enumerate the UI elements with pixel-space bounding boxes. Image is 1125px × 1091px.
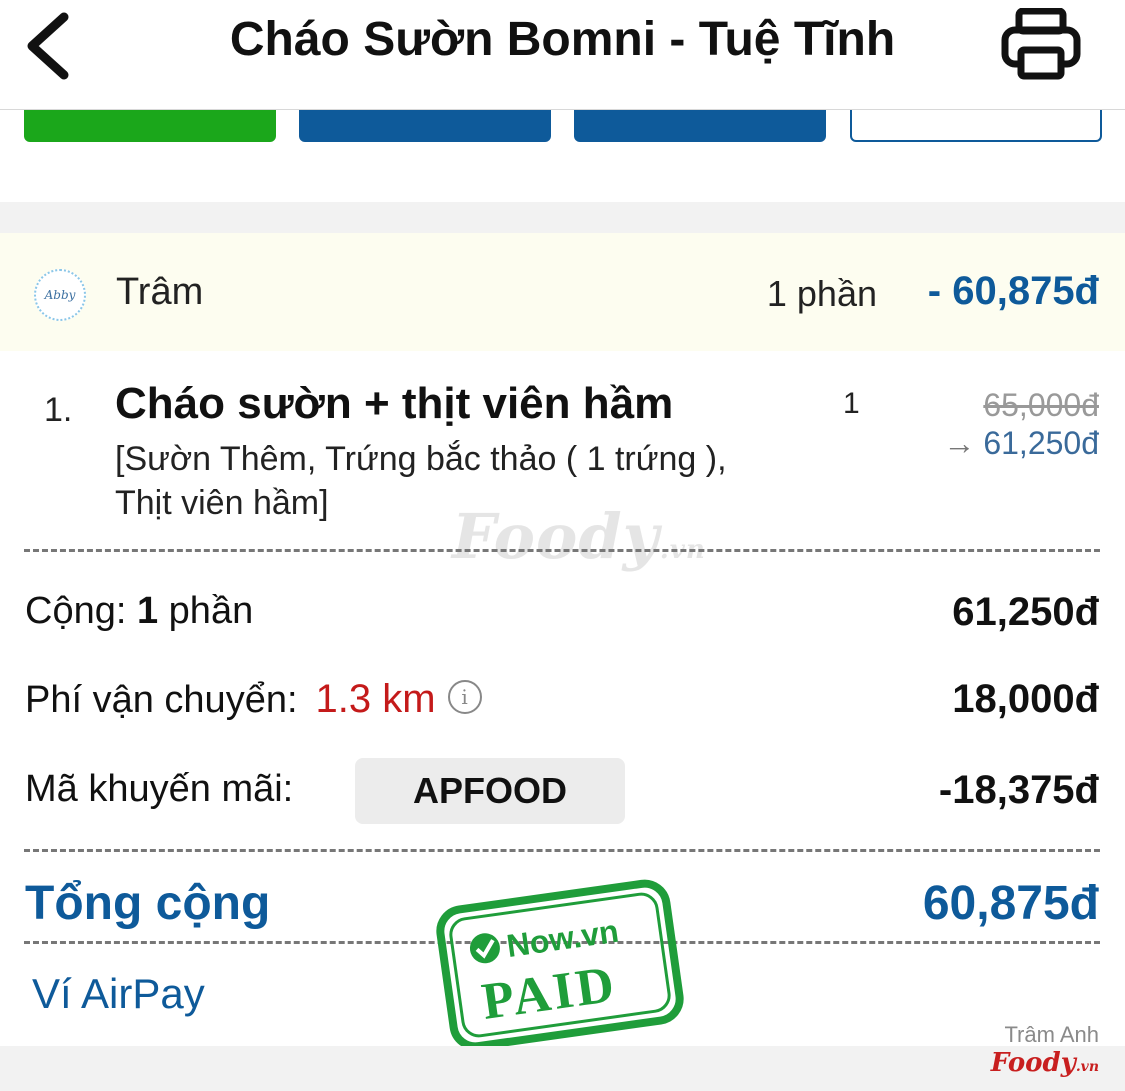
foody-logo: Foody.vn [991, 1048, 1099, 1078]
user-name: Trâm [116, 271, 204, 313]
credit-name: Trâm Anh [1004, 1022, 1099, 1047]
subtotal-value: 61,250đ [952, 590, 1099, 634]
promo-code-chip: APFOOD [355, 758, 625, 824]
item-index: 1. [44, 391, 73, 429]
user-quantity: 1 phần [766, 273, 877, 314]
action-button-outline[interactable] [850, 110, 1102, 142]
foody-watermark: Foody.vn [452, 500, 706, 573]
action-button-blue-1[interactable] [299, 110, 551, 142]
arrow-right-icon: → [943, 425, 976, 461]
credit-logo-text: Foody [990, 1048, 1076, 1078]
photo-credit: Trâm Anh Foody.vn [991, 1022, 1099, 1078]
action-button-green[interactable] [24, 110, 276, 142]
info-icon[interactable]: i [447, 680, 482, 714]
check-circle-icon [469, 933, 500, 964]
item-name: Cháo sườn + thịt viên hầm [115, 379, 674, 428]
action-button-blue-2[interactable] [574, 110, 826, 142]
dashed-divider [24, 849, 1100, 852]
item-discounted-price-value: 61,250đ [983, 425, 1099, 461]
shipping-label: Phí vận chuyển: 1.3 km i [25, 677, 482, 722]
item-original-price: 65,000đ [983, 387, 1099, 423]
user-total: - 60,875đ [927, 269, 1099, 313]
total-value: 60,875đ [922, 877, 1099, 930]
item-discounted-price: → 61,250đ [943, 425, 1099, 462]
subtotal-unit: phần [168, 590, 254, 632]
bottom-bar [0, 1046, 1125, 1091]
shipping-label-text: Phí vận chuyển: [25, 679, 298, 721]
back-button[interactable] [18, 8, 78, 84]
page-title: Cháo Sườn Bomni - Tuệ Tĩnh [229, 13, 896, 66]
dashed-divider [24, 549, 1100, 552]
watermark-brand: Foody [452, 500, 660, 573]
total-label: Tổng cộng [25, 877, 271, 930]
credit-logo-suffix: .vn [1075, 1059, 1099, 1075]
shipping-distance: 1.3 km [315, 677, 436, 721]
promo-value: -18,375đ [938, 768, 1099, 812]
order-user-row: Abby Trâm 1 phần - 60,875đ [0, 233, 1125, 351]
top-nav-bar: Cháo Sườn Bomni - Tuệ Tĩnh [0, 0, 1125, 110]
shipping-value: 18,000đ [952, 677, 1099, 721]
subtotal-quantity: 1 [136, 590, 159, 632]
promo-label: Mã khuyến mãi: [25, 768, 294, 810]
section-divider [0, 202, 1125, 233]
chevron-left-icon [27, 12, 69, 80]
paid-stamp: Now.vn PAID [436, 879, 684, 1051]
subtotal-label: Cộng: 1 phần [25, 590, 253, 633]
payment-method: Ví AirPay [32, 970, 205, 1017]
avatar: Abby [34, 269, 86, 321]
action-buttons-row [0, 110, 1125, 150]
subtotal-label-text: Cộng: [25, 590, 127, 632]
item-quantity: 1 [843, 387, 860, 420]
print-button[interactable] [997, 4, 1085, 84]
printer-icon [1001, 8, 1081, 80]
